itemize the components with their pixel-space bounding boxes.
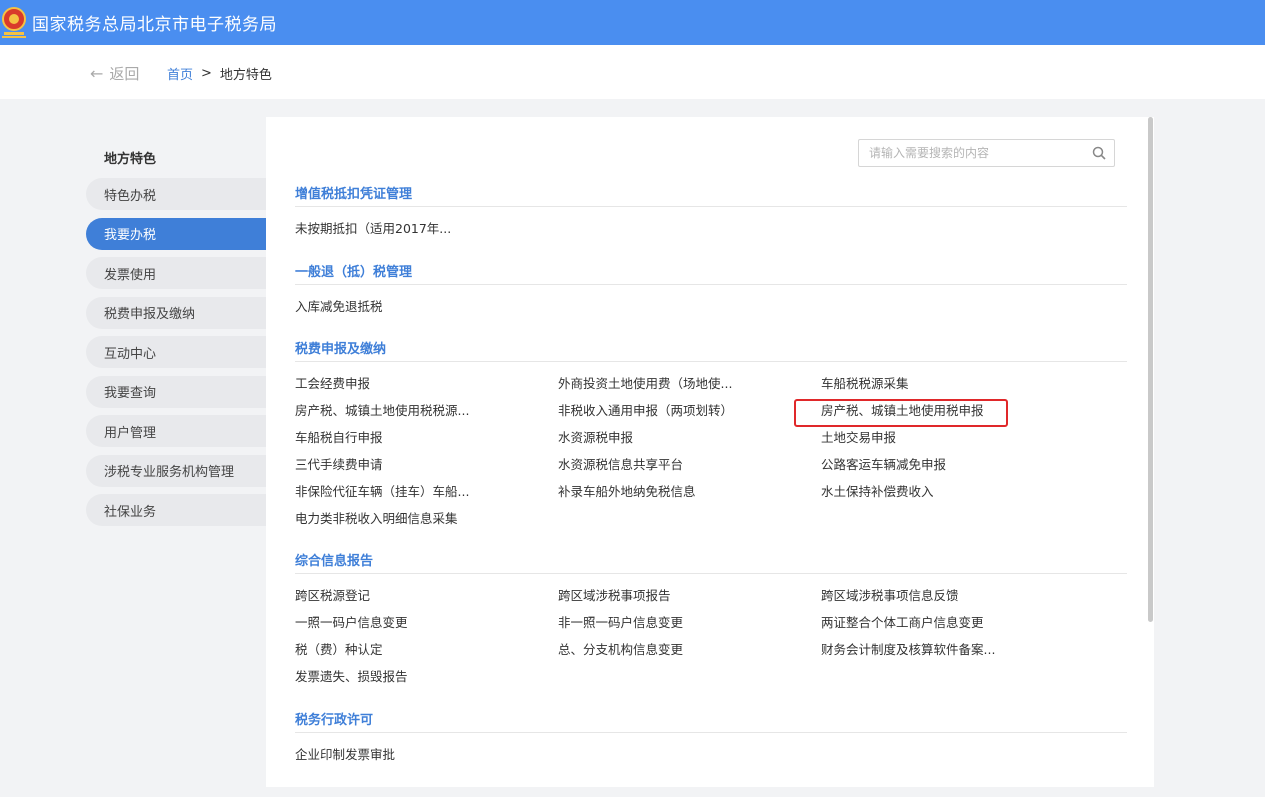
- service-link[interactable]: 未按期抵扣（适用2017年...: [295, 215, 558, 242]
- search-box: [858, 139, 1115, 167]
- sidebar-item-social-security[interactable]: 社保业务: [86, 494, 266, 526]
- search-input[interactable]: [859, 140, 1079, 166]
- service-link[interactable]: 非一照一码户信息变更: [558, 609, 821, 636]
- sidebar-item-query[interactable]: 我要查询: [86, 375, 266, 408]
- sidebar-item-label: 发票使用: [104, 267, 157, 283]
- service-link[interactable]: 非税收入通用申报（两项划转）: [558, 397, 821, 424]
- service-link[interactable]: 补录车船外地纳免税信息: [558, 478, 821, 505]
- tax-bureau-logo-icon: [1, 6, 27, 40]
- sidebar-item-label: 我要查询: [104, 386, 157, 401]
- sidebar-item-label: 税费申报及缴纳: [104, 307, 196, 322]
- back-button[interactable]: ← 返回: [90, 63, 139, 84]
- sidebar: 地方特色 特色办税 我要办税 发票使用 税费申报及缴纳 互动中心 我要查询 用户…: [86, 148, 266, 534]
- service-link[interactable]: 水土保持补偿费收入: [821, 478, 1084, 505]
- breadcrumb: 首页 > 地方特色: [167, 64, 272, 83]
- breadcrumb-separator: >: [201, 66, 212, 81]
- section-tax-declaration: 税费申报及缴纳 工会经费申报 外商投资土地使用费（场地使... 车船税税源采集 …: [295, 338, 1127, 532]
- service-link[interactable]: 财务会计制度及核算软件备案...: [821, 636, 1084, 663]
- highlight-box: [794, 399, 1008, 427]
- service-link[interactable]: 车船税自行申报: [295, 424, 558, 451]
- service-link[interactable]: 总、分支机构信息变更: [558, 636, 821, 663]
- service-link[interactable]: 跨区域涉税事项报告: [558, 582, 821, 609]
- service-link[interactable]: 非保险代征车辆（挂车）车船...: [295, 478, 558, 505]
- section-title: 税务行政许可: [295, 709, 1127, 733]
- breadcrumb-bar: ← 返回 首页 > 地方特色: [0, 45, 1265, 99]
- section-info-report: 综合信息报告 跨区税源登记 跨区域涉税事项报告 跨区域涉税事项信息反馈 一照一码…: [295, 550, 1127, 690]
- sidebar-item-label: 用户管理: [104, 425, 157, 441]
- service-link[interactable]: 工会经费申报: [295, 370, 558, 397]
- service-link[interactable]: 两证整合个体工商户信息变更: [821, 609, 1084, 636]
- service-link[interactable]: 三代手续费申请: [295, 451, 558, 478]
- section-vat-deduction: 增值税抵扣凭证管理 未按期抵扣（适用2017年...: [295, 183, 1127, 242]
- service-link[interactable]: 水资源税申报: [558, 424, 821, 451]
- section-title: 增值税抵扣凭证管理: [295, 183, 1127, 207]
- service-link[interactable]: 发票遗失、损毁报告: [295, 663, 558, 690]
- service-link[interactable]: 房产税、城镇土地使用税税源...: [295, 397, 558, 424]
- content-panel: 增值税抵扣凭证管理 未按期抵扣（适用2017年... 一般退（抵）税管理 入库减…: [266, 117, 1154, 787]
- sidebar-item-featured-tax[interactable]: 特色办税: [86, 178, 266, 210]
- sidebar-item-label: 涉税专业服务机构管理: [104, 465, 235, 480]
- top-header: 国家税务总局北京市电子税务局: [0, 0, 1265, 45]
- service-link[interactable]: 外商投资土地使用费（场地使...: [558, 370, 821, 397]
- sidebar-item-tax-service-agency[interactable]: 涉税专业服务机构管理: [86, 454, 266, 487]
- breadcrumb-home-link[interactable]: 首页: [167, 64, 193, 83]
- service-link[interactable]: 车船税税源采集: [821, 370, 1084, 397]
- breadcrumb-current: 地方特色: [219, 68, 272, 83]
- sidebar-item-interaction-center[interactable]: 互动中心: [86, 336, 266, 368]
- service-link[interactable]: 土地交易申报: [821, 424, 1084, 451]
- service-link[interactable]: 税（费）种认定: [295, 636, 558, 663]
- service-link[interactable]: 一照一码户信息变更: [295, 609, 558, 636]
- section-title: 一般退（抵）税管理: [295, 261, 1127, 285]
- service-link[interactable]: 入库减免退抵税: [295, 293, 558, 320]
- section-admin-license: 税务行政许可 企业印制发票审批: [295, 709, 1127, 768]
- sidebar-item-handle-tax[interactable]: 我要办税: [86, 217, 266, 250]
- service-link[interactable]: 跨区域涉税事项信息反馈: [821, 582, 1084, 609]
- sidebar-title: 地方特色: [104, 152, 157, 167]
- service-link[interactable]: 电力类非税收入明细信息采集: [295, 505, 558, 532]
- scrollbar[interactable]: [1148, 117, 1153, 622]
- service-link[interactable]: 公路客运车辆减免申报: [821, 451, 1084, 478]
- section-refund-management: 一般退（抵）税管理 入库减免退抵税: [295, 261, 1127, 320]
- sidebar-item-label: 特色办税: [104, 188, 157, 204]
- sidebar-item-invoice-use[interactable]: 发票使用: [86, 257, 266, 289]
- section-title: 综合信息报告: [295, 550, 1127, 574]
- service-link[interactable]: 水资源税信息共享平台: [558, 451, 821, 478]
- section-title: 税费申报及缴纳: [295, 338, 1127, 362]
- sidebar-item-label: 我要办税: [104, 228, 157, 243]
- back-label: 返回: [109, 65, 140, 83]
- service-link[interactable]: 跨区税源登记: [295, 582, 558, 609]
- service-link[interactable]: 企业印制发票审批: [295, 741, 558, 768]
- app-title: 国家税务总局北京市电子税务局: [32, 15, 277, 35]
- search-icon[interactable]: [1092, 146, 1106, 160]
- sidebar-item-tax-declaration[interactable]: 税费申报及缴纳: [86, 296, 266, 329]
- back-arrow-icon: ←: [90, 64, 104, 83]
- sidebar-item-user-management[interactable]: 用户管理: [86, 415, 266, 447]
- sidebar-item-label: 互动中心: [104, 346, 157, 362]
- sidebar-item-label: 社保业务: [104, 504, 157, 520]
